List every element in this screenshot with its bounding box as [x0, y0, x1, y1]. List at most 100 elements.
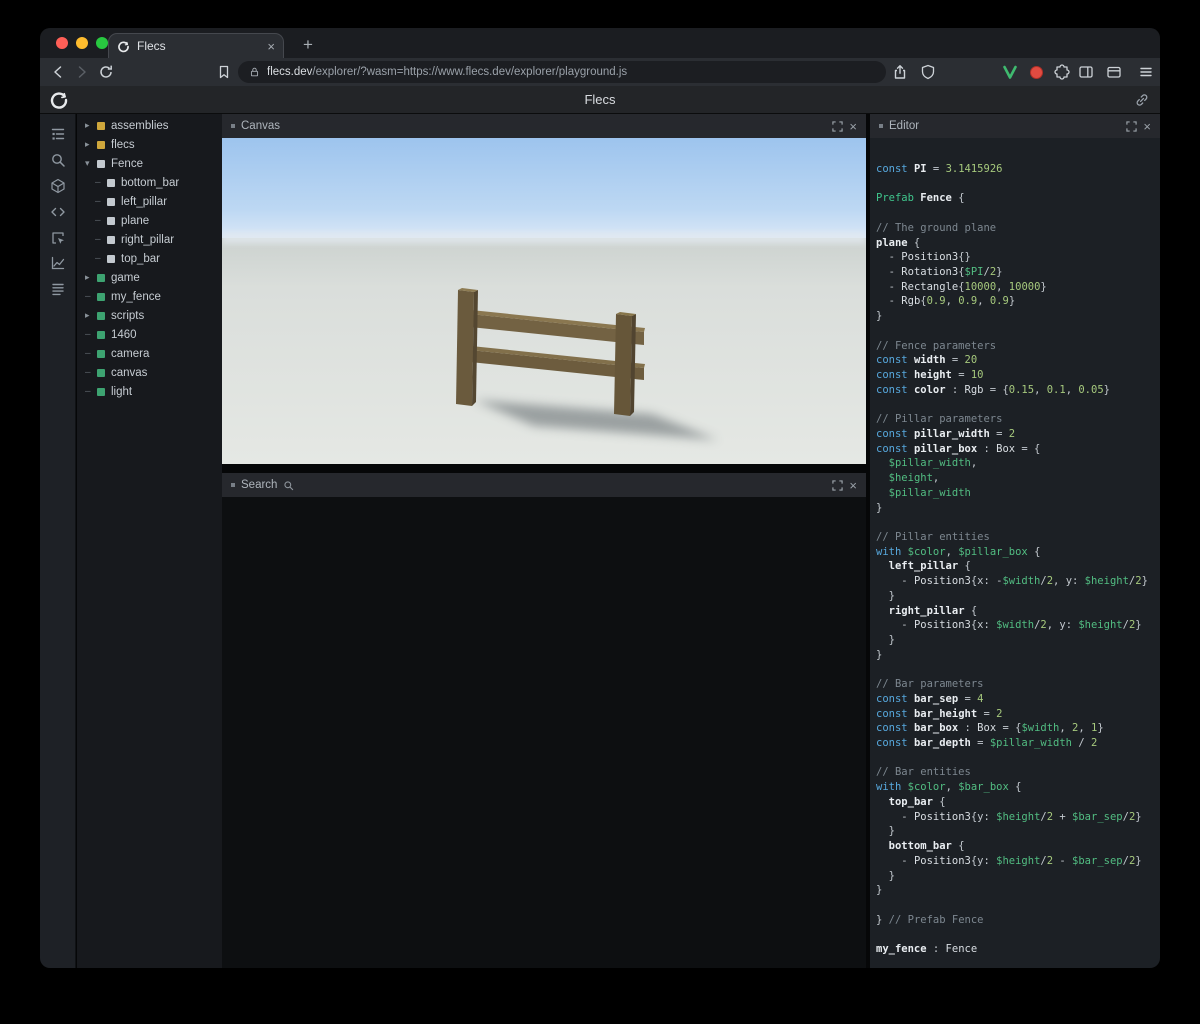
entity-type-square — [107, 217, 115, 225]
close-window-button[interactable] — [56, 37, 68, 49]
tree-item-label: left_pillar — [121, 196, 167, 208]
code-line: with $color, $bar_box { — [876, 780, 1160, 795]
tree-view-icon[interactable] — [50, 126, 66, 142]
chevron-right-icon[interactable]: ▸ — [85, 120, 97, 131]
code-line: const color : Rgb = {0.15, 0.1, 0.05} — [876, 383, 1160, 398]
bookmark-button[interactable] — [216, 64, 232, 80]
code-line: - Rectangle{10000, 10000} — [876, 280, 1160, 295]
code-line: bottom_bar { — [876, 839, 1160, 854]
chart-icon[interactable] — [50, 255, 66, 271]
wallet-button[interactable] — [1106, 64, 1122, 80]
code-line — [876, 927, 1160, 942]
editor-code[interactable]: const PI = 3.1415926 Prefab Fence { // T… — [876, 162, 1160, 957]
url-text: flecs.dev/explorer/?wasm=https://www.fle… — [267, 66, 627, 78]
code-line: } — [876, 824, 1160, 839]
tree-item-right_pillar[interactable]: –right_pillar — [77, 230, 222, 249]
reload-button[interactable] — [98, 64, 114, 80]
chevron-down-icon[interactable]: ▾ — [85, 158, 97, 169]
tree-item-game[interactable]: ▸game — [77, 268, 222, 287]
close-panel-icon[interactable]: × — [1143, 120, 1151, 133]
tree-item-my_fence[interactable]: –my_fence — [77, 287, 222, 306]
tab-close-icon[interactable]: × — [267, 40, 275, 53]
canvas-panel: Canvas × — [222, 114, 866, 464]
3d-viewport[interactable] — [222, 138, 866, 464]
code-line: const PI = 3.1415926 — [876, 162, 1160, 177]
share-link-button[interactable] — [1134, 92, 1150, 108]
code-line: const bar_height = 2 — [876, 707, 1160, 722]
tree-item-top_bar[interactable]: –top_bar — [77, 249, 222, 268]
inspect-icon[interactable] — [50, 230, 66, 246]
link-icon — [1134, 92, 1150, 108]
page-title: Flecs — [40, 86, 1160, 114]
search-icon[interactable] — [50, 152, 66, 168]
url-bar[interactable]: flecs.dev/explorer/?wasm=https://www.fle… — [238, 61, 886, 83]
leaf-dash-icon: – — [95, 215, 107, 226]
code-line: const bar_box : Box = {$width, 2, 1} — [876, 721, 1160, 736]
cube-icon[interactable] — [50, 178, 66, 194]
tree-item-label: right_pillar — [121, 234, 174, 246]
code-icon[interactable] — [50, 204, 66, 220]
leaf-dash-icon: – — [95, 196, 107, 207]
code-line: const width = 20 — [876, 353, 1160, 368]
tree-item-label: 1460 — [111, 329, 137, 341]
expand-panel-icon[interactable] — [832, 480, 843, 491]
tree-item-flecs[interactable]: ▸flecs — [77, 135, 222, 154]
chevron-right-icon[interactable]: ▸ — [85, 139, 97, 150]
expand-panel-icon[interactable] — [1126, 121, 1137, 132]
tree-item-canvas[interactable]: –canvas — [77, 363, 222, 382]
panel-dot-icon — [879, 124, 883, 128]
minimize-window-button[interactable] — [76, 37, 88, 49]
search-panel-title: Search — [241, 479, 277, 491]
code-line — [876, 177, 1160, 192]
zoom-window-button[interactable] — [96, 37, 108, 49]
code-line: Prefab Fence { — [876, 191, 1160, 206]
panel-dot-icon — [231, 124, 235, 128]
entity-type-square — [97, 350, 105, 358]
leaf-dash-icon: – — [85, 367, 97, 378]
sidebar-icon — [1078, 64, 1094, 80]
code-line: const pillar_box : Box = { — [876, 442, 1160, 457]
expand-panel-icon[interactable] — [832, 121, 843, 132]
shield-button[interactable] — [920, 64, 936, 80]
extension-red-button[interactable] — [1030, 66, 1043, 79]
canvas-panel-header: Canvas × — [222, 114, 866, 138]
extension-v-button[interactable] — [1002, 64, 1018, 80]
code-line — [876, 324, 1160, 339]
flecs-favicon — [117, 40, 130, 53]
tree-item-1460[interactable]: –1460 — [77, 325, 222, 344]
code-line: with $color, $pillar_box { — [876, 545, 1160, 560]
tree-item-Fence[interactable]: ▾Fence — [77, 154, 222, 173]
rows-icon[interactable] — [50, 281, 66, 297]
chevron-right-icon[interactable]: ▸ — [85, 272, 97, 283]
close-panel-icon[interactable]: × — [849, 120, 857, 133]
tree-item-plane[interactable]: –plane — [77, 211, 222, 230]
code-line: const bar_sep = 4 — [876, 692, 1160, 707]
tab-strip: Flecs × + — [40, 28, 1160, 58]
new-tab-button[interactable]: + — [296, 33, 320, 57]
tree-item-camera[interactable]: –camera — [77, 344, 222, 363]
code-line: // Fence parameters — [876, 339, 1160, 354]
tree-item-light[interactable]: –light — [77, 382, 222, 401]
browser-tab[interactable]: Flecs × — [108, 33, 284, 58]
back-button[interactable] — [50, 64, 66, 80]
entity-tree-list: ▸assemblies▸flecs▾Fence–bottom_bar–left_… — [77, 116, 222, 401]
script-editor[interactable]: const PI = 3.1415926 Prefab Fence { // T… — [870, 138, 1160, 968]
tree-item-left_pillar[interactable]: – left_pillar — [77, 192, 222, 211]
forward-button[interactable] — [74, 64, 90, 80]
leaf-dash-icon: – — [85, 386, 97, 397]
chevron-right-icon[interactable]: ▸ — [85, 310, 97, 321]
menu-button[interactable] — [1138, 64, 1154, 80]
search-results-area[interactable] — [222, 497, 866, 968]
tree-item-bottom_bar[interactable]: –bottom_bar — [77, 173, 222, 192]
extensions-button[interactable] — [1054, 64, 1070, 80]
close-panel-icon[interactable]: × — [849, 479, 857, 492]
code-line: // Pillar entities — [876, 530, 1160, 545]
share-button[interactable] — [892, 64, 908, 80]
tree-item-label: bottom_bar — [121, 177, 179, 189]
code-line: top_bar { — [876, 795, 1160, 810]
code-line: } — [876, 869, 1160, 884]
tree-item-assemblies[interactable]: ▸assemblies — [77, 116, 222, 135]
sidebar-toggle-button[interactable] — [1078, 64, 1094, 80]
code-line: } — [876, 309, 1160, 324]
tree-item-scripts[interactable]: ▸scripts — [77, 306, 222, 325]
